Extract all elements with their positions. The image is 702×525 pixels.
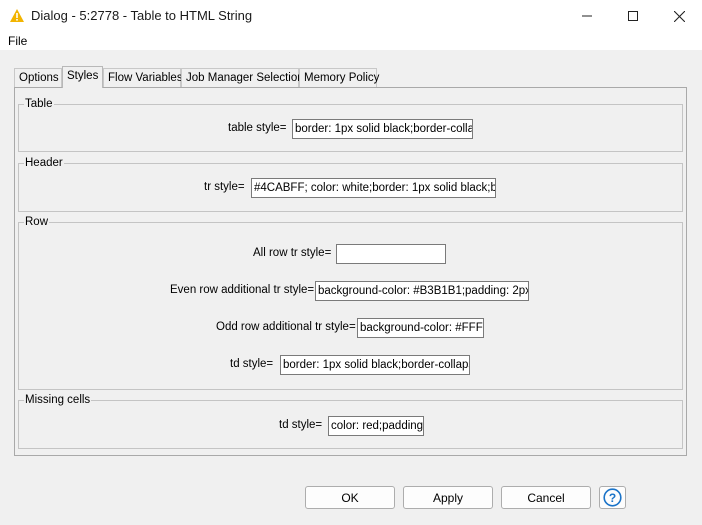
all-row-tr-style-input[interactable] — [336, 244, 446, 264]
styles-panel: Table table style= border: 1px solid bla… — [14, 87, 687, 456]
tab-label: Flow Variables — [108, 72, 183, 84]
cancel-button[interactable]: Cancel — [501, 486, 591, 509]
help-icon: ? — [603, 488, 622, 507]
even-row-tr-style-input[interactable]: background-color: #B3B1B1;padding: 2px 5 — [315, 281, 529, 301]
window-title: Dialog - 5:2778 - Table to HTML String — [31, 8, 253, 23]
missing-cells-group: Missing cells td style= color: red;paddi… — [18, 393, 683, 449]
tab-options[interactable]: Options — [14, 68, 62, 87]
tab-label: Memory Policy — [304, 72, 380, 84]
warning-triangle-icon — [10, 9, 24, 22]
close-icon — [673, 10, 685, 22]
menu-file[interactable]: File — [8, 34, 27, 48]
apply-button[interactable]: Apply — [403, 486, 493, 509]
row-group: Row All row tr style= Even row additiona… — [18, 215, 683, 390]
help-button[interactable]: ? — [599, 486, 626, 509]
menu-bar: File — [0, 32, 702, 50]
close-button[interactable] — [656, 0, 702, 32]
missing-td-style-input[interactable]: color: red;padding — [328, 416, 424, 436]
tab-label: Styles — [67, 70, 99, 82]
odd-row-tr-style-label: Odd row additional tr style= — [216, 321, 356, 333]
table-group: Table table style= border: 1px solid bla… — [18, 97, 683, 152]
maximize-button[interactable] — [610, 0, 656, 32]
tab-styles[interactable]: Styles — [62, 66, 103, 88]
tr-style-input[interactable]: #4CABFF; color: white;border: 1px solid … — [251, 178, 496, 198]
tab-label: Options — [19, 72, 59, 84]
table-style-input[interactable]: border: 1px solid black;border-collapse — [292, 119, 473, 139]
even-row-tr-style-label: Even row additional tr style= — [170, 284, 315, 296]
missing-cells-group-title: Missing cells — [24, 393, 92, 407]
tab-job-manager-selection[interactable]: Job Manager Selection — [181, 68, 304, 87]
tab-flow-variables[interactable]: Flow Variables — [103, 68, 183, 87]
table-style-label: table style= — [228, 122, 287, 134]
all-row-tr-style-label: All row tr style= — [253, 247, 332, 259]
maximize-icon — [628, 11, 638, 21]
tr-style-label: tr style= — [204, 181, 245, 193]
minimize-icon — [582, 15, 592, 17]
tab-label: Job Manager Selection — [186, 72, 304, 84]
ok-button[interactable]: OK — [305, 486, 395, 509]
odd-row-tr-style-input[interactable]: background-color: #FFFF — [357, 318, 484, 338]
title-bar: Dialog - 5:2778 - Table to HTML String — [0, 0, 702, 32]
tab-memory-policy[interactable]: Memory Policy — [299, 68, 380, 87]
table-group-title: Table — [24, 97, 54, 111]
missing-td-style-label: td style= — [279, 419, 323, 431]
svg-text:?: ? — [609, 491, 616, 505]
header-group-title: Header — [24, 156, 64, 170]
row-group-title: Row — [24, 215, 50, 229]
td-style-input[interactable]: border: 1px solid black;border-collapse — [280, 355, 470, 375]
minimize-button[interactable] — [564, 0, 610, 32]
header-group: Header tr style= #4CABFF; color: white;b… — [18, 156, 683, 212]
td-style-label: td style= — [230, 358, 274, 370]
